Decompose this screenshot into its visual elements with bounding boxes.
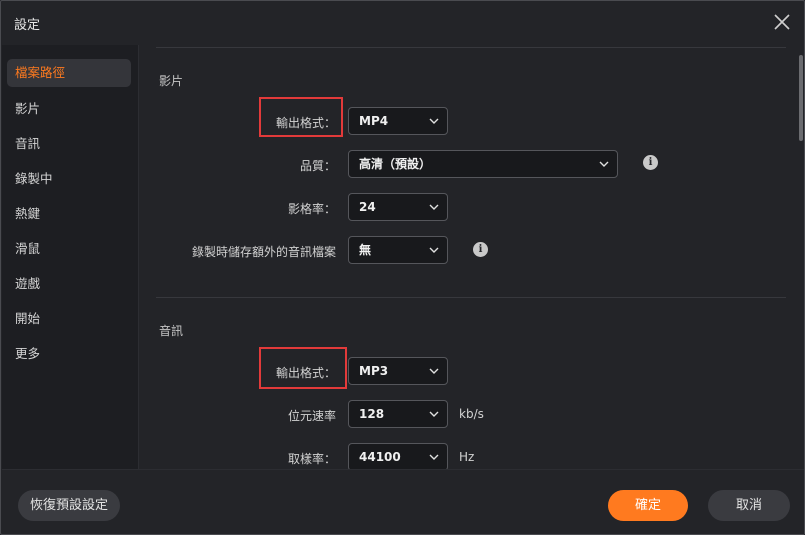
video-frame-rate-label: 影格率： xyxy=(287,202,336,216)
title-bar: 設定 xyxy=(1,1,804,45)
cancel-button[interactable]: 取消 xyxy=(708,490,790,521)
video-frame-rate-value: 24 xyxy=(359,200,376,214)
settings-content: 影片 輸出格式： MP4 品質： 高清（預設） i 影格率： 24 錄製時儲存額… xyxy=(140,45,796,469)
sidebar: 檔案路徑 影片 音訊 錄製中 熱鍵 滑鼠 遊戲 開始 更多 xyxy=(2,45,139,469)
chevron-down-icon xyxy=(429,204,439,210)
chevron-down-icon xyxy=(429,454,439,460)
reset-defaults-button[interactable]: 恢復預設設定 xyxy=(18,490,120,521)
sidebar-item-file-path[interactable]: 檔案路徑 xyxy=(7,59,131,87)
bitrate-unit: kb/s xyxy=(459,407,484,421)
scrollbar[interactable] xyxy=(798,45,804,469)
footer: 恢復預設設定 確定 取消 xyxy=(2,469,804,534)
sidebar-item-audio[interactable]: 音訊 xyxy=(7,130,131,158)
video-output-format-select[interactable]: MP4 xyxy=(348,107,448,135)
video-frame-rate-select[interactable]: 24 xyxy=(348,193,448,221)
sidebar-item-game[interactable]: 遊戲 xyxy=(7,270,131,298)
audio-section-title: 音訊 xyxy=(159,324,184,338)
video-output-format-label: 輸出格式： xyxy=(275,116,336,130)
audio-sample-rate-select[interactable]: 44100 xyxy=(348,443,448,469)
chevron-down-icon xyxy=(429,368,439,374)
chevron-down-icon xyxy=(429,247,439,253)
ok-button[interactable]: 確定 xyxy=(608,490,688,521)
audio-sample-rate-label: 取樣率： xyxy=(287,452,336,466)
video-output-format-value: MP4 xyxy=(359,114,389,128)
settings-window: 設定 檔案路徑 影片 音訊 錄製中 熱鍵 滑鼠 遊戲 開始 更多 影片 輸出格式… xyxy=(0,0,805,535)
info-icon[interactable]: i xyxy=(643,155,658,170)
chevron-down-icon xyxy=(429,411,439,417)
sidebar-item-mouse[interactable]: 滑鼠 xyxy=(7,235,131,263)
divider xyxy=(156,297,786,298)
divider xyxy=(156,47,786,48)
video-quality-label: 品質： xyxy=(299,159,336,173)
chevron-down-icon xyxy=(599,161,609,167)
sample-rate-unit: Hz xyxy=(459,450,475,464)
video-extra-audio-label: 錄製時儲存額外的音訊檔案 xyxy=(191,245,336,259)
audio-output-format-value: MP3 xyxy=(359,364,389,378)
video-section-title: 影片 xyxy=(159,74,184,88)
audio-output-format-select[interactable]: MP3 xyxy=(348,357,448,385)
video-quality-select[interactable]: 高清（預設） xyxy=(348,150,618,178)
sidebar-item-start[interactable]: 開始 xyxy=(7,305,131,333)
sidebar-item-more[interactable]: 更多 xyxy=(7,340,131,368)
video-quality-value: 高清（預設） xyxy=(359,157,432,171)
info-icon[interactable]: i xyxy=(473,242,488,257)
video-extra-audio-value: 無 xyxy=(359,243,372,257)
chevron-down-icon xyxy=(429,118,439,124)
close-icon[interactable] xyxy=(770,10,794,34)
scrollbar-thumb[interactable] xyxy=(799,55,803,141)
sidebar-item-recording[interactable]: 錄製中 xyxy=(7,165,131,193)
audio-sample-rate-value: 44100 xyxy=(359,450,401,464)
window-title: 設定 xyxy=(14,18,41,33)
sidebar-item-hotkeys[interactable]: 熱鍵 xyxy=(7,200,131,228)
audio-bitrate-value: 128 xyxy=(359,407,385,421)
audio-bitrate-label: 位元速率 xyxy=(287,409,336,423)
audio-bitrate-select[interactable]: 128 xyxy=(348,400,448,428)
sidebar-item-video[interactable]: 影片 xyxy=(7,95,131,123)
video-extra-audio-select[interactable]: 無 xyxy=(348,236,448,264)
audio-output-format-label: 輸出格式： xyxy=(275,366,336,380)
